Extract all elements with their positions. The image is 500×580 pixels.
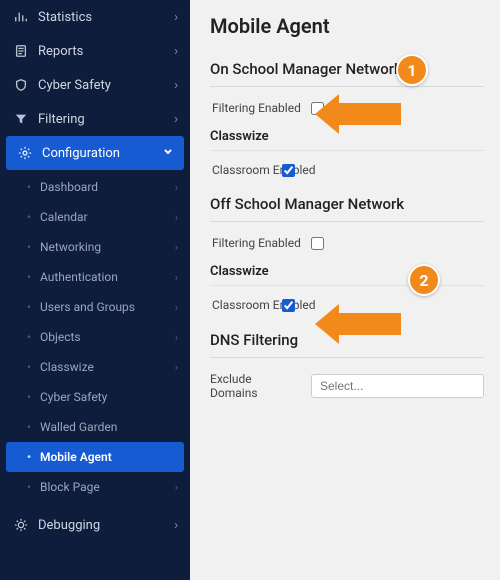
filtering-enabled-checkbox-on[interactable] xyxy=(311,102,324,115)
chevron-right-icon: › xyxy=(174,518,178,533)
chevron-right-icon: › xyxy=(175,301,178,314)
sub-authentication[interactable]: Authentication › xyxy=(0,262,190,292)
filtering-enabled-checkbox-off[interactable] xyxy=(311,237,324,250)
section-dns: DNS Filtering xyxy=(210,331,484,358)
chevron-right-icon: › xyxy=(175,331,178,344)
nav-label: Debugging xyxy=(38,518,100,533)
chevron-down-icon xyxy=(162,145,174,161)
sub-label: Users and Groups xyxy=(40,300,135,314)
exclude-domains-select[interactable] xyxy=(311,374,484,398)
sub-classwize[interactable]: Classwize › xyxy=(0,352,190,382)
chevron-right-icon: › xyxy=(175,271,178,284)
reports-icon xyxy=(12,44,30,58)
on-network-group: Filtering Enabled Classwize Classroom En… xyxy=(210,101,484,177)
sub-users-and-groups[interactable]: Users and Groups › xyxy=(0,292,190,322)
classroom-enabled-row-on: Classroom Enabled xyxy=(212,163,484,177)
sub-label: Mobile Agent xyxy=(40,450,112,464)
filtering-enabled-row-off: Filtering Enabled xyxy=(212,236,484,250)
nav-debugging[interactable]: Debugging › xyxy=(0,508,190,542)
debug-icon xyxy=(12,518,30,532)
exclude-domains-row: Exclude Domains xyxy=(210,372,484,400)
chevron-right-icon: › xyxy=(175,211,178,224)
chevron-right-icon: › xyxy=(175,361,178,374)
chevron-right-icon: › xyxy=(175,181,178,194)
off-network-group: Filtering Enabled Classwize Classroom En… xyxy=(210,236,484,312)
sub-label: Dashboard xyxy=(40,180,98,194)
classroom-enabled-label: Classroom Enabled xyxy=(212,163,272,177)
sub-label: Cyber Safety xyxy=(40,390,107,404)
nav-statistics[interactable]: Statistics › xyxy=(0,0,190,34)
nav-reports[interactable]: Reports › xyxy=(0,34,190,68)
sub-mobile-agent[interactable]: Mobile Agent xyxy=(6,442,184,472)
nav-cyber-safety[interactable]: Cyber Safety › xyxy=(0,68,190,102)
nav-filtering[interactable]: Filtering › xyxy=(0,102,190,136)
sub-block-page[interactable]: Block Page › xyxy=(0,472,190,502)
configuration-submenu: Dashboard › Calendar › Networking › Authent… xyxy=(0,170,190,508)
filter-icon xyxy=(12,112,30,126)
nav-configuration[interactable]: Configuration xyxy=(6,136,184,170)
section-on-network: On School Manager Network xyxy=(210,60,484,87)
classroom-enabled-checkbox-off[interactable] xyxy=(282,299,295,312)
sub-networking[interactable]: Networking › xyxy=(0,232,190,262)
chevron-right-icon: › xyxy=(174,44,178,59)
nav-label: Cyber Safety xyxy=(38,78,111,93)
sub-calendar[interactable]: Calendar › xyxy=(0,202,190,232)
nav-label: Reports xyxy=(38,44,83,59)
sub-dashboard[interactable]: Dashboard › xyxy=(0,172,190,202)
chevron-right-icon: › xyxy=(174,78,178,93)
classwize-heading-off: Classwize xyxy=(210,264,484,286)
classroom-enabled-checkbox-on[interactable] xyxy=(282,164,295,177)
filtering-enabled-row-on: Filtering Enabled xyxy=(212,101,484,115)
sub-cyber-safety[interactable]: Cyber Safety xyxy=(0,382,190,412)
sub-label: Classwize xyxy=(40,360,94,374)
sub-label: Block Page xyxy=(40,480,100,494)
shield-icon xyxy=(12,78,30,92)
sub-walled-garden[interactable]: Walled Garden xyxy=(0,412,190,442)
classroom-enabled-row-off: Classroom Enabled xyxy=(212,298,484,312)
page-title: Mobile Agent xyxy=(210,14,484,38)
sub-label: Calendar xyxy=(40,210,88,224)
chevron-right-icon: › xyxy=(174,112,178,127)
sub-label: Walled Garden xyxy=(40,420,117,434)
chevron-right-icon: › xyxy=(175,241,178,254)
sidebar: Statistics › Reports › Cyber Safety › Fi… xyxy=(0,0,190,580)
nav-label: Filtering xyxy=(38,112,85,127)
nav-label: Configuration xyxy=(42,146,120,161)
sub-label: Objects xyxy=(40,330,81,344)
section-off-network: Off School Manager Network xyxy=(210,195,484,222)
main-panel: Mobile Agent On School Manager Network F… xyxy=(190,0,500,580)
classroom-enabled-label: Classroom Enabled xyxy=(212,298,272,312)
gear-icon xyxy=(16,146,34,160)
filtering-enabled-label: Filtering Enabled xyxy=(212,236,301,250)
sub-label: Authentication xyxy=(40,270,118,284)
sub-label: Networking xyxy=(40,240,101,254)
chevron-right-icon: › xyxy=(174,10,178,25)
nav-label: Statistics xyxy=(38,10,92,25)
classwize-heading-on: Classwize xyxy=(210,129,484,151)
chevron-right-icon: › xyxy=(175,481,178,494)
stats-icon xyxy=(12,10,30,24)
filtering-enabled-label: Filtering Enabled xyxy=(212,101,301,115)
exclude-domains-label: Exclude Domains xyxy=(210,372,301,400)
sub-objects[interactable]: Objects › xyxy=(0,322,190,352)
